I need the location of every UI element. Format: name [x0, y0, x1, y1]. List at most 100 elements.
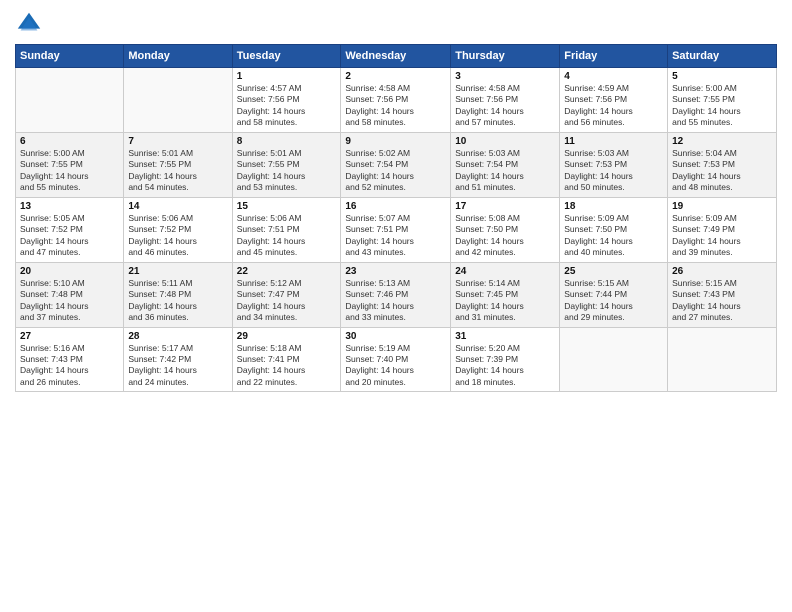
calendar-cell: 28Sunrise: 5:17 AM Sunset: 7:42 PM Dayli… — [124, 327, 232, 392]
weekday-header-saturday: Saturday — [668, 45, 777, 68]
day-number: 31 — [455, 331, 555, 342]
calendar-cell — [124, 68, 232, 133]
calendar-cell: 1Sunrise: 4:57 AM Sunset: 7:56 PM Daylig… — [232, 68, 341, 133]
cell-content: Sunrise: 5:04 AM Sunset: 7:53 PM Dayligh… — [672, 148, 772, 194]
day-number: 24 — [455, 266, 555, 277]
day-number: 4 — [564, 71, 663, 82]
cell-content: Sunrise: 5:19 AM Sunset: 7:40 PM Dayligh… — [345, 343, 446, 389]
cell-content: Sunrise: 5:02 AM Sunset: 7:54 PM Dayligh… — [345, 148, 446, 194]
week-row-2: 6Sunrise: 5:00 AM Sunset: 7:55 PM Daylig… — [16, 132, 777, 197]
calendar-cell — [668, 327, 777, 392]
logo-icon — [15, 10, 43, 38]
calendar-cell: 22Sunrise: 5:12 AM Sunset: 7:47 PM Dayli… — [232, 262, 341, 327]
calendar-cell: 11Sunrise: 5:03 AM Sunset: 7:53 PM Dayli… — [560, 132, 668, 197]
calendar-cell: 31Sunrise: 5:20 AM Sunset: 7:39 PM Dayli… — [451, 327, 560, 392]
calendar-cell: 15Sunrise: 5:06 AM Sunset: 7:51 PM Dayli… — [232, 197, 341, 262]
week-row-4: 20Sunrise: 5:10 AM Sunset: 7:48 PM Dayli… — [16, 262, 777, 327]
cell-content: Sunrise: 5:08 AM Sunset: 7:50 PM Dayligh… — [455, 213, 555, 259]
calendar-cell: 29Sunrise: 5:18 AM Sunset: 7:41 PM Dayli… — [232, 327, 341, 392]
day-number: 30 — [345, 331, 446, 342]
calendar-cell: 16Sunrise: 5:07 AM Sunset: 7:51 PM Dayli… — [341, 197, 451, 262]
calendar-cell: 6Sunrise: 5:00 AM Sunset: 7:55 PM Daylig… — [16, 132, 124, 197]
cell-content: Sunrise: 5:15 AM Sunset: 7:43 PM Dayligh… — [672, 278, 772, 324]
calendar-cell: 5Sunrise: 5:00 AM Sunset: 7:55 PM Daylig… — [668, 68, 777, 133]
week-row-5: 27Sunrise: 5:16 AM Sunset: 7:43 PM Dayli… — [16, 327, 777, 392]
day-number: 20 — [20, 266, 119, 277]
day-number: 29 — [237, 331, 337, 342]
cell-content: Sunrise: 5:03 AM Sunset: 7:53 PM Dayligh… — [564, 148, 663, 194]
day-number: 27 — [20, 331, 119, 342]
cell-content: Sunrise: 5:10 AM Sunset: 7:48 PM Dayligh… — [20, 278, 119, 324]
cell-content: Sunrise: 5:03 AM Sunset: 7:54 PM Dayligh… — [455, 148, 555, 194]
cell-content: Sunrise: 5:09 AM Sunset: 7:50 PM Dayligh… — [564, 213, 663, 259]
calendar-cell — [560, 327, 668, 392]
weekday-header-tuesday: Tuesday — [232, 45, 341, 68]
cell-content: Sunrise: 5:01 AM Sunset: 7:55 PM Dayligh… — [237, 148, 337, 194]
calendar-cell: 21Sunrise: 5:11 AM Sunset: 7:48 PM Dayli… — [124, 262, 232, 327]
cell-content: Sunrise: 5:12 AM Sunset: 7:47 PM Dayligh… — [237, 278, 337, 324]
calendar-cell: 19Sunrise: 5:09 AM Sunset: 7:49 PM Dayli… — [668, 197, 777, 262]
day-number: 7 — [128, 136, 227, 147]
cell-content: Sunrise: 5:18 AM Sunset: 7:41 PM Dayligh… — [237, 343, 337, 389]
day-number: 28 — [128, 331, 227, 342]
day-number: 9 — [345, 136, 446, 147]
day-number: 11 — [564, 136, 663, 147]
calendar-cell: 12Sunrise: 5:04 AM Sunset: 7:53 PM Dayli… — [668, 132, 777, 197]
calendar-cell: 8Sunrise: 5:01 AM Sunset: 7:55 PM Daylig… — [232, 132, 341, 197]
cell-content: Sunrise: 5:06 AM Sunset: 7:51 PM Dayligh… — [237, 213, 337, 259]
cell-content: Sunrise: 5:00 AM Sunset: 7:55 PM Dayligh… — [672, 83, 772, 129]
day-number: 21 — [128, 266, 227, 277]
calendar-cell: 17Sunrise: 5:08 AM Sunset: 7:50 PM Dayli… — [451, 197, 560, 262]
day-number: 14 — [128, 201, 227, 212]
weekday-header-sunday: Sunday — [16, 45, 124, 68]
week-row-1: 1Sunrise: 4:57 AM Sunset: 7:56 PM Daylig… — [16, 68, 777, 133]
calendar-cell: 2Sunrise: 4:58 AM Sunset: 7:56 PM Daylig… — [341, 68, 451, 133]
weekday-header-thursday: Thursday — [451, 45, 560, 68]
cell-content: Sunrise: 5:01 AM Sunset: 7:55 PM Dayligh… — [128, 148, 227, 194]
calendar-cell: 20Sunrise: 5:10 AM Sunset: 7:48 PM Dayli… — [16, 262, 124, 327]
day-number: 16 — [345, 201, 446, 212]
day-number: 18 — [564, 201, 663, 212]
weekday-header-row: SundayMondayTuesdayWednesdayThursdayFrid… — [16, 45, 777, 68]
cell-content: Sunrise: 5:07 AM Sunset: 7:51 PM Dayligh… — [345, 213, 446, 259]
week-row-3: 13Sunrise: 5:05 AM Sunset: 7:52 PM Dayli… — [16, 197, 777, 262]
day-number: 26 — [672, 266, 772, 277]
day-number: 10 — [455, 136, 555, 147]
calendar-cell: 7Sunrise: 5:01 AM Sunset: 7:55 PM Daylig… — [124, 132, 232, 197]
cell-content: Sunrise: 4:59 AM Sunset: 7:56 PM Dayligh… — [564, 83, 663, 129]
calendar-cell: 23Sunrise: 5:13 AM Sunset: 7:46 PM Dayli… — [341, 262, 451, 327]
calendar-cell: 10Sunrise: 5:03 AM Sunset: 7:54 PM Dayli… — [451, 132, 560, 197]
day-number: 15 — [237, 201, 337, 212]
day-number: 23 — [345, 266, 446, 277]
day-number: 22 — [237, 266, 337, 277]
cell-content: Sunrise: 5:06 AM Sunset: 7:52 PM Dayligh… — [128, 213, 227, 259]
cell-content: Sunrise: 4:57 AM Sunset: 7:56 PM Dayligh… — [237, 83, 337, 129]
cell-content: Sunrise: 5:09 AM Sunset: 7:49 PM Dayligh… — [672, 213, 772, 259]
calendar-cell: 26Sunrise: 5:15 AM Sunset: 7:43 PM Dayli… — [668, 262, 777, 327]
cell-content: Sunrise: 5:16 AM Sunset: 7:43 PM Dayligh… — [20, 343, 119, 389]
weekday-header-monday: Monday — [124, 45, 232, 68]
calendar-cell: 30Sunrise: 5:19 AM Sunset: 7:40 PM Dayli… — [341, 327, 451, 392]
day-number: 25 — [564, 266, 663, 277]
page: SundayMondayTuesdayWednesdayThursdayFrid… — [0, 0, 792, 612]
day-number: 5 — [672, 71, 772, 82]
day-number: 3 — [455, 71, 555, 82]
calendar-cell: 25Sunrise: 5:15 AM Sunset: 7:44 PM Dayli… — [560, 262, 668, 327]
weekday-header-friday: Friday — [560, 45, 668, 68]
day-number: 19 — [672, 201, 772, 212]
header — [15, 10, 777, 38]
cell-content: Sunrise: 4:58 AM Sunset: 7:56 PM Dayligh… — [455, 83, 555, 129]
day-number: 8 — [237, 136, 337, 147]
calendar-cell: 4Sunrise: 4:59 AM Sunset: 7:56 PM Daylig… — [560, 68, 668, 133]
cell-content: Sunrise: 4:58 AM Sunset: 7:56 PM Dayligh… — [345, 83, 446, 129]
cell-content: Sunrise: 5:20 AM Sunset: 7:39 PM Dayligh… — [455, 343, 555, 389]
weekday-header-wednesday: Wednesday — [341, 45, 451, 68]
cell-content: Sunrise: 5:15 AM Sunset: 7:44 PM Dayligh… — [564, 278, 663, 324]
cell-content: Sunrise: 5:13 AM Sunset: 7:46 PM Dayligh… — [345, 278, 446, 324]
calendar-cell: 27Sunrise: 5:16 AM Sunset: 7:43 PM Dayli… — [16, 327, 124, 392]
cell-content: Sunrise: 5:00 AM Sunset: 7:55 PM Dayligh… — [20, 148, 119, 194]
calendar-cell: 9Sunrise: 5:02 AM Sunset: 7:54 PM Daylig… — [341, 132, 451, 197]
calendar-cell: 18Sunrise: 5:09 AM Sunset: 7:50 PM Dayli… — [560, 197, 668, 262]
day-number: 1 — [237, 71, 337, 82]
day-number: 12 — [672, 136, 772, 147]
